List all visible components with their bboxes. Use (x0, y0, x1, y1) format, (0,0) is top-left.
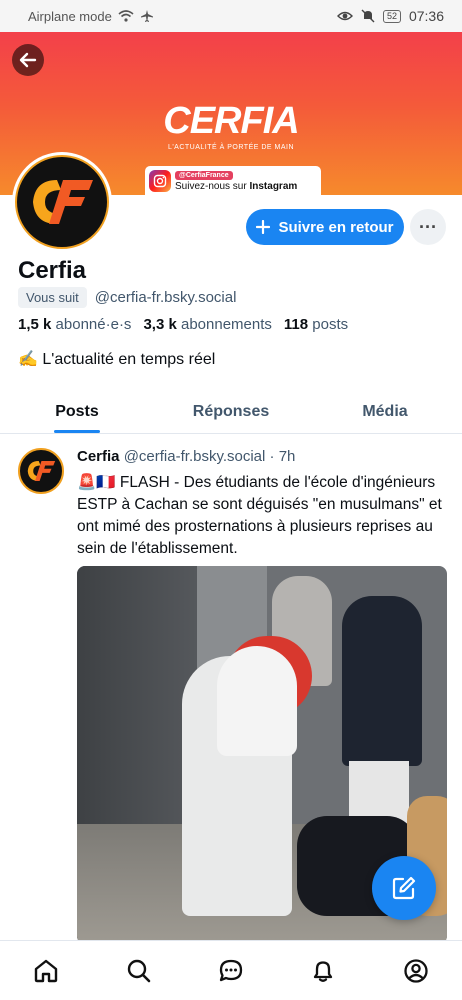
chat-icon (219, 959, 243, 981)
post-handle: @cerfia-fr.bsky.social (123, 448, 266, 465)
tab-replies[interactable]: Réponses (154, 390, 308, 433)
instagram-text: @CerfiaFrance Suivez-nous sur Instagram (175, 170, 297, 192)
posts-count: 118 (283, 316, 309, 333)
search-icon (127, 959, 150, 982)
display-name: Cerfia (18, 257, 87, 284)
status-time: 07:36 (408, 8, 444, 24)
follow-back-label: Suivre en retour (278, 218, 394, 236)
profile-icon (404, 958, 428, 983)
status-left: Airplane mode (28, 9, 154, 24)
bell-icon (314, 960, 333, 982)
followers-label: abonné·e·s (55, 316, 132, 333)
followers-count: 1,5 k (18, 316, 52, 333)
wifi-icon (118, 10, 134, 22)
cf-logo-icon (27, 460, 56, 482)
follows-you-badge: Vous suit (18, 287, 87, 308)
instagram-icon (149, 170, 171, 192)
posts-stat: 118 posts (284, 316, 348, 333)
post-avatar[interactable] (18, 448, 64, 494)
more-options-icon: ··· (419, 216, 437, 237)
post-author[interactable]: Cerfia (77, 448, 120, 465)
avatar[interactable] (12, 152, 112, 252)
home-icon (34, 959, 58, 982)
video-person-standing (342, 596, 422, 766)
instagram-card: @CerfiaFrance Suivez-nous sur Instagram (145, 166, 321, 195)
status-right: 52 07:36 (336, 8, 444, 24)
nav-notifications[interactable] (301, 949, 345, 993)
profile-tabs: Posts Réponses Média (0, 390, 462, 434)
eye-icon (336, 11, 353, 21)
back-button[interactable] (12, 44, 44, 76)
instagram-cta: Suivez-nous sur Instagram (175, 181, 297, 192)
airplane-icon (140, 10, 153, 22)
video-headscarf (217, 646, 297, 756)
post-header: Cerfia @cerfia-fr.bsky.social · 7h (77, 448, 295, 465)
instagram-cta-bold: Instagram (249, 180, 298, 192)
nav-profile[interactable] (394, 949, 438, 993)
avatar-logo (15, 155, 109, 249)
nav-search[interactable] (117, 949, 161, 993)
arrow-left-icon (19, 52, 37, 68)
compose-icon (392, 876, 416, 900)
followers-stat[interactable]: 1,5 k abonné·e·s (18, 316, 131, 333)
status-bar: Airplane mode 52 07:36 (0, 0, 462, 32)
following-stat[interactable]: 3,3 k abonnements (143, 316, 271, 333)
instagram-cta-prefix: Suivez-nous sur (175, 180, 250, 192)
compose-button[interactable] (372, 856, 436, 920)
bottom-nav (0, 940, 462, 1000)
plus-icon (256, 220, 271, 234)
instagram-handle: @CerfiaFrance (175, 170, 233, 180)
tab-media[interactable]: Média (308, 390, 462, 433)
following-count: 3,3 k (143, 316, 177, 333)
profile-handle: @cerfia-fr.bsky.social (94, 289, 237, 306)
cf-logo-icon (33, 180, 93, 224)
banner-tagline: L'ACTUALITÉ À PORTÉE DE MAIN (167, 144, 295, 151)
stats-row: 1,5 k abonné·e·s 3,3 k abonnements 118 p… (18, 316, 348, 333)
nav-chat[interactable] (209, 949, 253, 993)
tab-posts[interactable]: Posts (0, 390, 154, 433)
bell-muted-icon (361, 9, 375, 23)
handle-row: Vous suit @cerfia-fr.bsky.social (18, 287, 236, 308)
banner-logo: CERFIA (163, 100, 299, 142)
airplane-mode-label: Airplane mode (28, 8, 112, 24)
following-label: abonnements (180, 316, 272, 333)
more-options-button[interactable]: ··· (410, 209, 446, 245)
nav-home[interactable] (24, 949, 68, 993)
follow-back-button[interactable]: Suivre en retour (246, 209, 404, 245)
profile-bio: ✍️ L'actualité en temps réel (18, 351, 216, 368)
battery-indicator: 52 (382, 9, 401, 23)
post-text: 🚨🇫🇷 FLASH - Des étudiants de l'école d'i… (77, 474, 442, 557)
post-time: · 7h (269, 448, 296, 465)
posts-label: posts (312, 316, 349, 333)
